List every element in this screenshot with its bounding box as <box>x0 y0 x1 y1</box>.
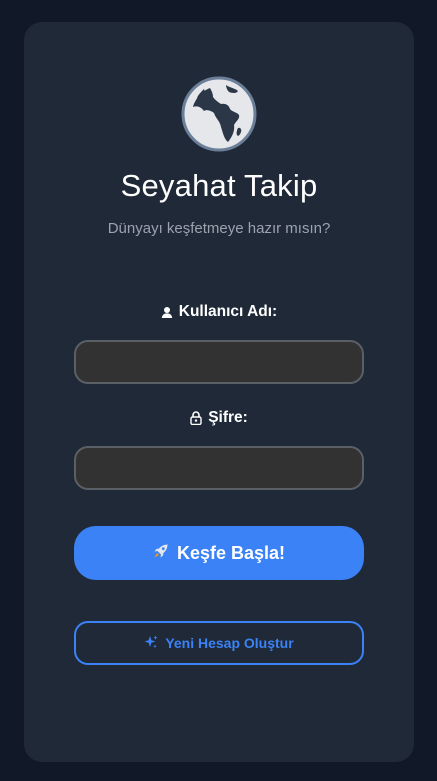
password-label: Şifre: <box>24 409 414 427</box>
username-label: Kullanıcı Adı: <box>24 303 414 321</box>
submit-button[interactable]: Keşfe Başla! <box>74 526 364 580</box>
login-card: Seyahat Takip Dünyayı keşfetmeye hazır m… <box>24 22 414 762</box>
register-button-label: Yeni Hesap Oluştur <box>165 635 294 651</box>
username-label-text: Kullanıcı Adı: <box>178 303 278 320</box>
username-input[interactable] <box>74 340 364 384</box>
password-input[interactable] <box>74 446 364 490</box>
lock-icon <box>190 411 202 425</box>
globe-africa-icon <box>180 75 258 153</box>
rocket-icon <box>153 543 169 564</box>
app-title: Seyahat Takip <box>120 168 318 203</box>
sparkle-icon <box>144 635 159 652</box>
user-icon <box>161 306 173 318</box>
app-subtitle: Dünyayı keşfetmeye hazır mısın? <box>107 220 331 237</box>
submit-button-label: Keşfe Başla! <box>176 542 286 563</box>
register-button[interactable]: Yeni Hesap Oluştur <box>74 621 364 665</box>
password-label-text: Şifre: <box>208 409 248 426</box>
